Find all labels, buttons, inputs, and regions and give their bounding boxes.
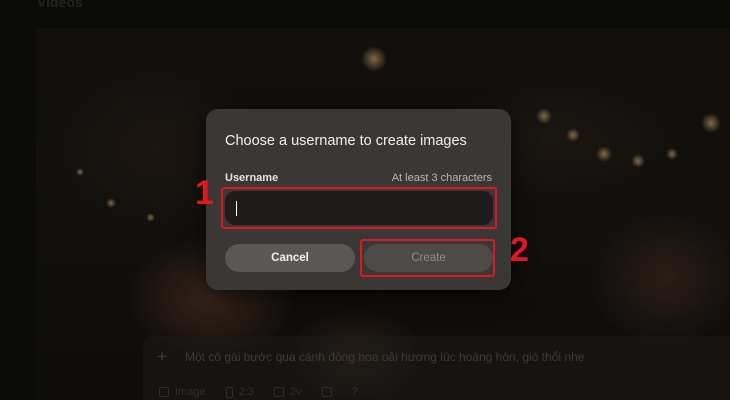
- annotation-box-create: [360, 239, 495, 277]
- username-hint: At least 3 characters: [391, 172, 492, 184]
- username-label: Username: [225, 172, 279, 184]
- annotation-box-username: [221, 187, 497, 229]
- cancel-button[interactable]: Cancel: [225, 244, 355, 272]
- annotation-step-2: 2: [510, 231, 529, 269]
- annotation-step-1: 1: [195, 174, 214, 212]
- dialog-title: Choose a username to create images: [225, 133, 467, 149]
